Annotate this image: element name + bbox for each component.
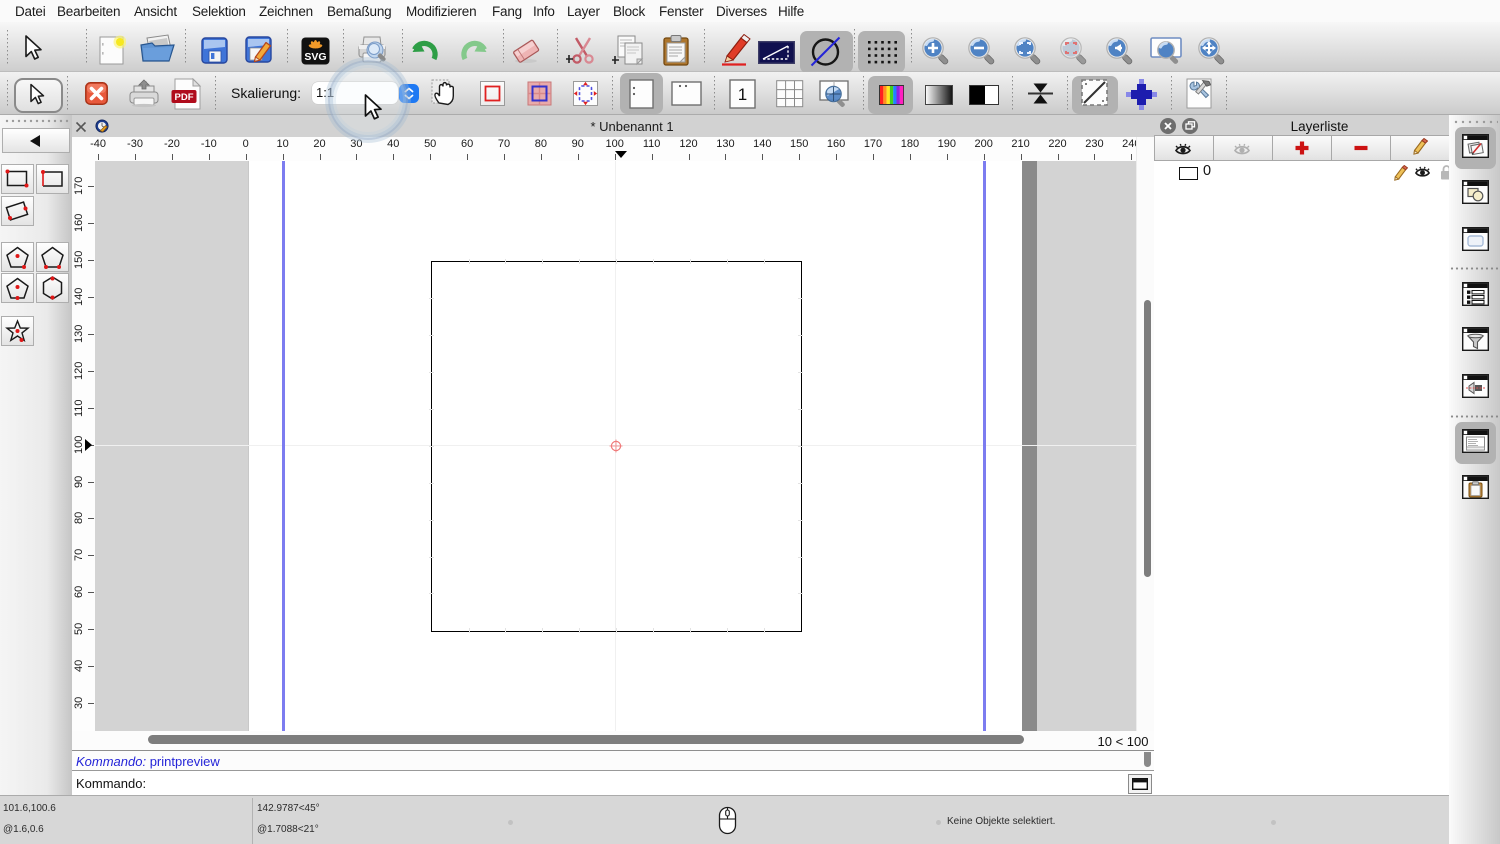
svg-text:SVG: SVG	[304, 51, 326, 63]
svg-text:1: 1	[738, 85, 747, 104]
svg-text:PDF: PDF	[175, 92, 194, 103]
